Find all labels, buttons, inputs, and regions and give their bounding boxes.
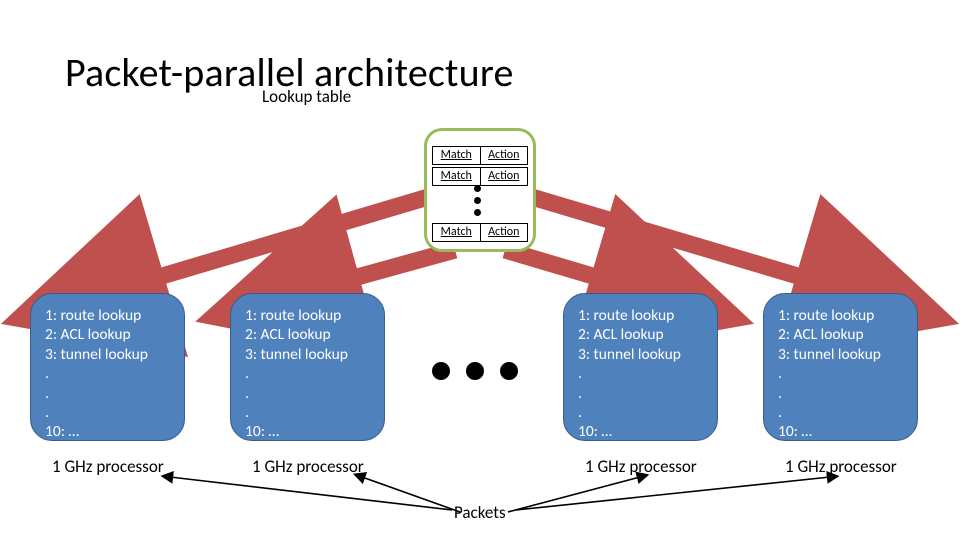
action-cell: Action: [481, 224, 528, 241]
proc-line: 3: tunnel lookup: [45, 345, 170, 364]
lookup-table-label: Lookup table: [262, 86, 351, 107]
match-action-row: Match Action: [432, 146, 528, 165]
match-cell: Match: [433, 168, 481, 185]
proc-line: 10: …: [45, 422, 170, 441]
proc-line: .: [778, 364, 903, 383]
proc-line: 3: tunnel lookup: [245, 345, 370, 364]
proc-line: .: [778, 384, 903, 403]
proc-line: 10: …: [578, 422, 703, 441]
proc-line: 1: route lookup: [45, 306, 170, 325]
match-action-row: Match Action: [432, 167, 528, 186]
proc-line: 10: …: [778, 422, 903, 441]
proc-line: 2: ACL lookup: [578, 325, 703, 344]
proc-line: 3: tunnel lookup: [578, 345, 703, 364]
proc-line: .: [245, 364, 370, 383]
processor-label: 1 GHz processor: [585, 456, 697, 477]
proc-line: .: [45, 403, 170, 422]
processor-box: 1: route lookup 2: ACL lookup 3: tunnel …: [763, 293, 918, 441]
packets-label: Packets: [454, 502, 506, 523]
proc-line: .: [778, 403, 903, 422]
proc-line: 3: tunnel lookup: [778, 345, 903, 364]
proc-line: .: [578, 384, 703, 403]
proc-line: 2: ACL lookup: [245, 325, 370, 344]
processor-label: 1 GHz processor: [785, 456, 897, 477]
proc-line: 1: route lookup: [245, 306, 370, 325]
match-cell: Match: [433, 147, 481, 164]
proc-line: .: [245, 403, 370, 422]
proc-line: 2: ACL lookup: [45, 325, 170, 344]
proc-line: 1: route lookup: [778, 306, 903, 325]
horizontal-ellipsis-icon: [432, 362, 518, 380]
match-cell: Match: [433, 224, 481, 241]
processor-box: 1: route lookup 2: ACL lookup 3: tunnel …: [30, 293, 185, 441]
proc-line: .: [578, 364, 703, 383]
processor-box: 1: route lookup 2: ACL lookup 3: tunnel …: [563, 293, 718, 441]
proc-line: 2: ACL lookup: [778, 325, 903, 344]
action-cell: Action: [481, 168, 528, 185]
proc-line: .: [578, 403, 703, 422]
proc-line: 10: …: [245, 422, 370, 441]
proc-line: .: [45, 384, 170, 403]
proc-line: .: [245, 384, 370, 403]
proc-line: 1: route lookup: [578, 306, 703, 325]
processor-label: 1 GHz processor: [252, 456, 364, 477]
vertical-ellipsis-icon: [474, 185, 481, 216]
match-action-row: Match Action: [432, 223, 528, 242]
processor-label: 1 GHz processor: [52, 456, 164, 477]
action-cell: Action: [481, 147, 528, 164]
proc-line: .: [45, 364, 170, 383]
processor-box: 1: route lookup 2: ACL lookup 3: tunnel …: [230, 293, 385, 441]
